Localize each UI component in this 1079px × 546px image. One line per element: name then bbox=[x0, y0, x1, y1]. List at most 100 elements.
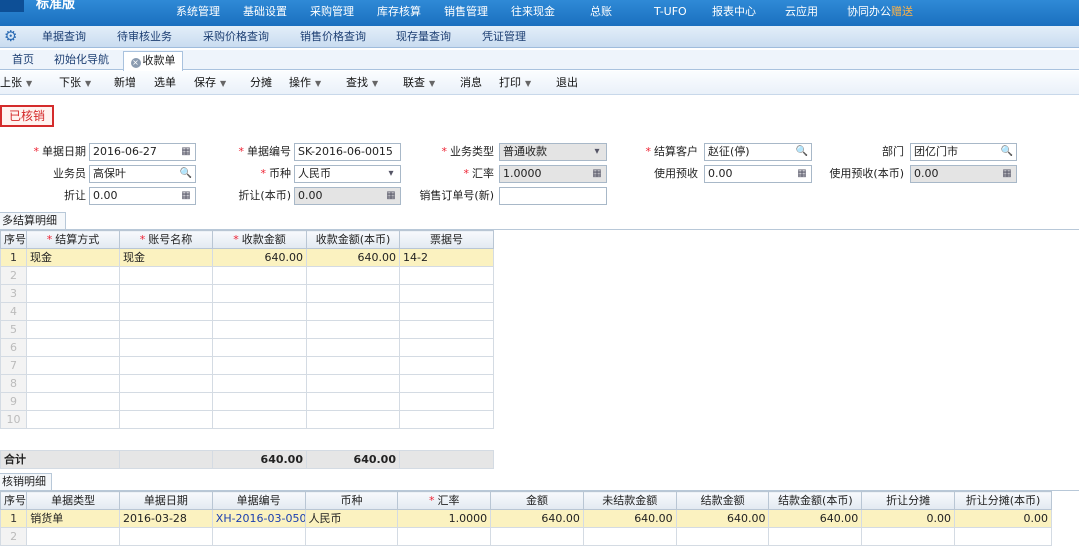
quick-purchase-price[interactable]: 采购价格查询 bbox=[203, 29, 269, 45]
table-cell[interactable]: 640.00 bbox=[306, 248, 400, 267]
tab-receipt[interactable]: × 收款单 bbox=[123, 51, 183, 71]
column-header[interactable]: 单据日期 bbox=[119, 491, 213, 510]
table-cell[interactable] bbox=[306, 320, 400, 339]
table-cell[interactable] bbox=[26, 338, 120, 357]
link-query-button[interactable]: 联查 ▼ bbox=[403, 75, 435, 92]
column-header[interactable]: 金额 bbox=[490, 491, 584, 510]
table-cell[interactable] bbox=[399, 320, 494, 339]
table-cell[interactable] bbox=[399, 302, 494, 321]
calculator-icon[interactable]: ▦ bbox=[384, 189, 398, 203]
table-cell[interactable] bbox=[212, 320, 307, 339]
quick-pending-review[interactable]: 待审核业务 bbox=[117, 29, 172, 45]
menu-purchase[interactable]: 采购管理 bbox=[310, 4, 354, 20]
menu-general-ledger[interactable]: 总账 bbox=[590, 4, 612, 20]
table-cell[interactable] bbox=[119, 356, 213, 375]
so-field[interactable] bbox=[499, 187, 607, 205]
table-cell[interactable] bbox=[397, 527, 492, 546]
table-cell[interactable] bbox=[306, 266, 400, 285]
table-cell[interactable] bbox=[306, 302, 400, 321]
calculator-icon[interactable]: ▦ bbox=[590, 167, 604, 181]
print-button[interactable]: 打印 ▼ bbox=[499, 75, 531, 92]
table-cell[interactable] bbox=[119, 527, 213, 546]
menu-cloud-apps[interactable]: 云应用 bbox=[785, 4, 818, 20]
menu-report-center[interactable]: 报表中心 bbox=[712, 4, 756, 20]
table-cell[interactable] bbox=[306, 410, 400, 429]
table-row[interactable]: 2 bbox=[0, 266, 494, 285]
table-cell[interactable] bbox=[26, 284, 120, 303]
menu-inventory[interactable]: 库存核算 bbox=[377, 4, 421, 20]
select-source-button[interactable]: 选单 bbox=[154, 75, 176, 91]
gear-icon[interactable]: ⚙ bbox=[4, 27, 20, 45]
column-header[interactable]: * 收款金额 bbox=[212, 230, 307, 249]
table-cell[interactable] bbox=[26, 320, 120, 339]
column-header[interactable]: * 汇率 bbox=[397, 491, 492, 510]
table-cell[interactable] bbox=[954, 527, 1052, 546]
table-cell[interactable]: 2016-03-28 bbox=[119, 509, 213, 528]
calculator-icon[interactable]: ▦ bbox=[1000, 167, 1014, 181]
table-cell[interactable] bbox=[212, 302, 307, 321]
table-cell[interactable] bbox=[212, 284, 307, 303]
calculator-icon[interactable]: ▦ bbox=[179, 189, 193, 203]
prepay-field[interactable]: 0.00 ▦ bbox=[704, 165, 812, 183]
table-cell[interactable] bbox=[119, 284, 213, 303]
search-icon[interactable]: 🔍 bbox=[795, 145, 809, 159]
table-cell[interactable] bbox=[306, 374, 400, 393]
menu-t-ufo[interactable]: T-UFO bbox=[654, 4, 687, 20]
column-header[interactable]: 序号 bbox=[0, 491, 28, 510]
table-cell[interactable] bbox=[768, 527, 863, 546]
table-cell[interactable] bbox=[582, 527, 677, 546]
table-cell[interactable] bbox=[399, 284, 494, 303]
table-cell[interactable] bbox=[119, 374, 213, 393]
calculator-icon[interactable]: ▦ bbox=[795, 167, 809, 181]
table-cell[interactable] bbox=[861, 527, 956, 546]
table-row[interactable]: 8 bbox=[0, 374, 494, 393]
table-cell[interactable]: 640.00 bbox=[212, 248, 307, 267]
prev-record-button[interactable]: 上张 ▼ bbox=[0, 75, 32, 92]
menu-sales[interactable]: 销售管理 bbox=[444, 4, 488, 20]
find-button[interactable]: 查找 ▼ bbox=[346, 75, 378, 92]
table-cell[interactable] bbox=[26, 392, 120, 411]
table-cell[interactable]: 640.00 bbox=[490, 509, 584, 528]
table-row[interactable]: 9 bbox=[0, 392, 494, 411]
quick-doc-query[interactable]: 单据查询 bbox=[42, 29, 86, 45]
quick-stock-query[interactable]: 现存量查询 bbox=[396, 29, 451, 45]
table-cell[interactable] bbox=[119, 302, 213, 321]
table-cell[interactable] bbox=[399, 266, 494, 285]
table-cell[interactable] bbox=[675, 527, 770, 546]
exit-button[interactable]: 退出 bbox=[556, 75, 578, 91]
table-cell[interactable] bbox=[212, 410, 307, 429]
table-cell[interactable]: 640.00 bbox=[675, 509, 770, 528]
column-header[interactable]: * 账号名称 bbox=[119, 230, 213, 249]
table-cell[interactable] bbox=[212, 266, 307, 285]
table-cell[interactable]: 640.00 bbox=[768, 509, 863, 528]
table-cell[interactable] bbox=[26, 527, 120, 546]
table-cell[interactable] bbox=[306, 284, 400, 303]
column-header[interactable]: 结款金额(本币) bbox=[768, 491, 863, 510]
table-cell[interactable]: 人民币 bbox=[304, 509, 399, 528]
table-cell[interactable] bbox=[306, 338, 400, 357]
column-header[interactable]: 折让分摊(本币) bbox=[954, 491, 1052, 510]
column-header[interactable]: 票据号 bbox=[399, 230, 494, 249]
column-header[interactable]: 收款金额(本币) bbox=[306, 230, 400, 249]
new-button[interactable]: 新增 bbox=[114, 75, 136, 91]
table-cell[interactable] bbox=[119, 410, 213, 429]
table-cell[interactable] bbox=[26, 356, 120, 375]
operate-button[interactable]: 操作 ▼ bbox=[289, 75, 321, 92]
table-cell[interactable] bbox=[399, 338, 494, 357]
calendar-icon[interactable]: ▦ bbox=[179, 145, 193, 159]
menu-basic-settings[interactable]: 基础设置 bbox=[243, 4, 287, 20]
quick-sales-price[interactable]: 销售价格查询 bbox=[300, 29, 366, 45]
table-cell[interactable] bbox=[119, 392, 213, 411]
menu-collaboration[interactable]: 协同办公赠送 bbox=[847, 4, 913, 20]
table-cell[interactable] bbox=[399, 392, 494, 411]
table-cell[interactable]: 销货单 bbox=[26, 509, 120, 528]
table-row[interactable]: 1 现金 现金 640.00 640.00 14-2 bbox=[0, 248, 494, 267]
table-cell[interactable] bbox=[399, 374, 494, 393]
prepay-local-field[interactable]: 0.00 ▦ bbox=[910, 165, 1017, 183]
tab-home[interactable]: 首页 bbox=[12, 51, 34, 70]
table-cell[interactable]: 640.00 bbox=[582, 509, 677, 528]
clerk-field[interactable]: 高保叶 🔍 bbox=[89, 165, 196, 183]
chevron-down-icon[interactable]: ▾ bbox=[384, 167, 398, 181]
table-cell[interactable] bbox=[26, 374, 120, 393]
next-record-button[interactable]: 下张 ▼ bbox=[59, 75, 91, 92]
